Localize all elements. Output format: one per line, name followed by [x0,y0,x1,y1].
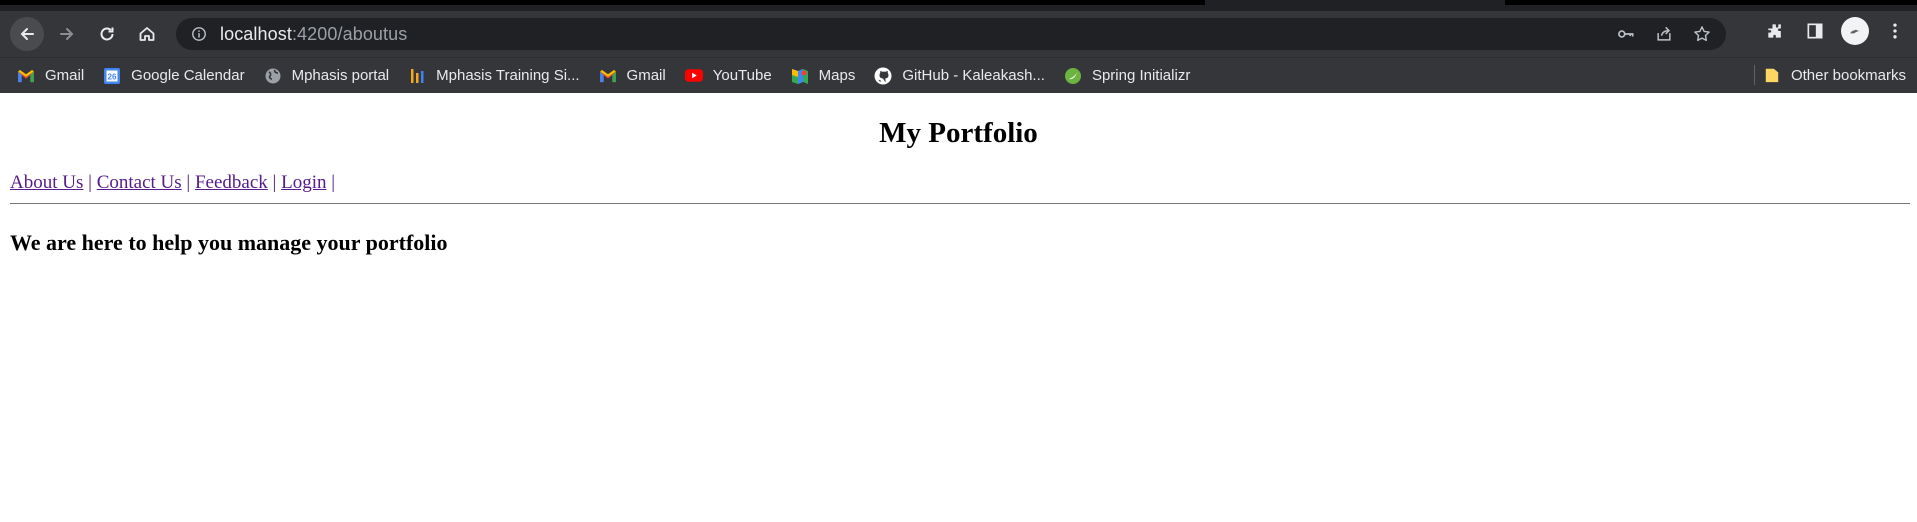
gmail-icon [599,67,617,85]
extensions-button[interactable] [1761,17,1789,45]
other-bookmarks-folder[interactable]: Other bookmarks [1756,62,1913,88]
bookmark-label: YouTube [712,67,772,84]
bookmark-github[interactable]: GitHub - Kaleakash... [867,63,1052,89]
back-button[interactable] [10,17,44,51]
tab-strip [0,0,1917,11]
bookmarks-bar: Gmail 26 Google Calendar Mphasis portal … [0,57,1917,93]
other-bookmarks-button[interactable]: Other bookmarks [1756,62,1913,88]
bookmark-label: Maps [818,67,856,84]
kebab-menu-icon [1893,23,1897,39]
star-icon [1694,26,1710,42]
nav-link-contact-us[interactable]: Contact Us [97,172,182,193]
nav-link-about-us[interactable]: About Us [10,172,83,193]
nav-link-login[interactable]: Login [281,172,326,193]
bookmark-mphasis-portal[interactable]: Mphasis portal [257,63,397,89]
share-button[interactable] [1652,22,1676,46]
github-icon [874,67,892,85]
maps-icon [791,67,809,85]
gmail-icon [17,67,35,85]
arrow-right-icon [60,28,74,40]
password-key-button[interactable] [1614,22,1638,46]
bookmark-youtube[interactable]: YouTube [678,63,779,89]
tab-strip-shadow-right [1505,0,1917,5]
url-text[interactable]: localhost:4200/aboutus [220,24,407,45]
page-content: My Portfolio About Us | Contact Us | Fee… [0,93,1917,256]
arrow-left-icon [20,28,34,40]
url-path: :4200/aboutus [291,23,408,44]
bookmark-spring-initializr[interactable]: Spring Initializr [1057,63,1197,89]
puzzle-icon [1768,24,1781,38]
site-nav: About Us | Contact Us | Feedback | Login… [10,172,1917,194]
bookmarks-divider [1754,65,1755,85]
side-panel-button[interactable] [1801,17,1829,45]
nav-link-feedback[interactable]: Feedback [195,172,268,193]
omnibox-actions [1614,22,1714,46]
svg-text:26: 26 [108,72,117,81]
folder-icon [1763,66,1781,84]
avatar-icon [1850,29,1860,34]
bookmark-label: Mphasis Training Si... [436,67,580,84]
profile-avatar[interactable] [1841,17,1869,45]
url-host: localhost [220,23,292,44]
home-icon [139,27,155,41]
other-bookmarks-label: Other bookmarks [1790,66,1906,84]
bookmark-label: Gmail [626,67,666,84]
toolbar-actions [1761,17,1909,45]
bookmark-label: Mphasis portal [291,67,390,84]
browser-toolbar: localhost:4200/aboutus [0,11,1917,57]
bookmark-label: Google Calendar [131,67,245,84]
nav-separator: | [272,172,277,193]
bars-icon [408,67,426,85]
forward-button[interactable] [50,17,84,51]
bookmark-maps[interactable]: Maps [784,63,863,89]
globe-icon [264,67,282,85]
home-button[interactable] [130,17,164,51]
bookmark-mphasis-training[interactable]: Mphasis Training Si... [401,63,586,89]
calendar-icon: 26 [103,67,121,85]
site-info-button[interactable] [190,25,208,43]
nav-separator: | [88,172,92,193]
reload-icon [100,27,114,41]
bookmark-star-button[interactable] [1690,22,1714,46]
share-icon [1657,26,1671,41]
spring-icon [1064,67,1082,85]
side-panel-icon [1807,23,1823,39]
youtube-icon [684,67,703,85]
bookmark-google-calendar[interactable]: 26 Google Calendar [96,63,251,89]
page-title: My Portfolio [879,117,1038,149]
nav-separator: | [186,172,191,193]
bookmark-gmail[interactable]: Gmail [10,63,91,89]
bookmark-label: Gmail [45,67,85,84]
reload-button[interactable] [90,17,124,51]
menu-button[interactable] [1881,17,1909,45]
tab-strip-shadow [0,0,1205,5]
bookmark-label: GitHub - Kaleakash... [902,67,1045,84]
about-tagline: We are here to help you manage your port… [10,230,448,255]
nav-separator: | [331,172,336,193]
divider [10,203,1910,204]
info-icon [192,27,206,41]
bookmark-gmail-2[interactable]: Gmail [592,63,673,89]
key-icon [1618,30,1634,38]
address-bar[interactable]: localhost:4200/aboutus [176,18,1726,50]
bookmark-label: Spring Initializr [1091,67,1191,84]
